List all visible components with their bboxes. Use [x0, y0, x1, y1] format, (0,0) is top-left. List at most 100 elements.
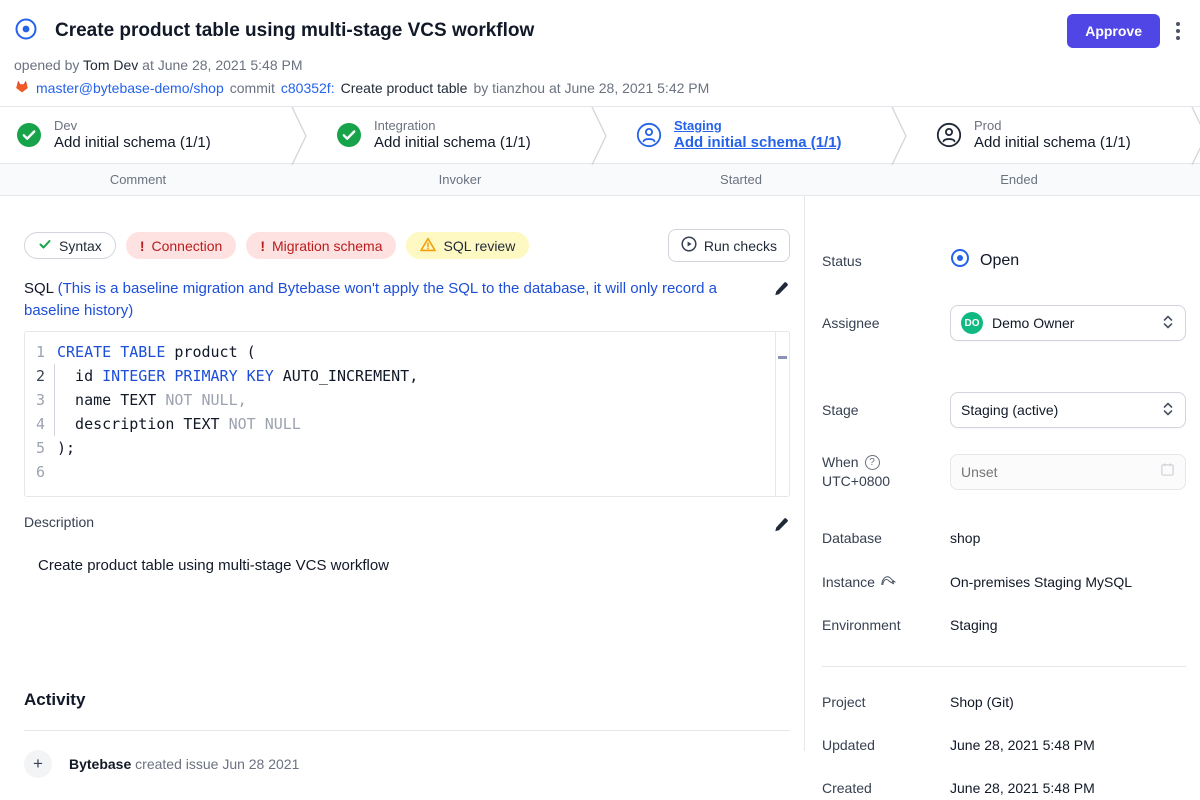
code-line[interactable]: 3 name TEXT NOT NULL, [25, 388, 773, 412]
commit-hash-link[interactable]: c80352f: [281, 80, 335, 96]
code-segment: description TEXT [57, 415, 229, 433]
instance-value: On-premises Staging MySQL [950, 574, 1186, 590]
code-segment: NOT NULL [229, 415, 301, 433]
stage-done-icon [16, 122, 42, 148]
approve-button[interactable]: Approve [1067, 14, 1160, 48]
when-input[interactable] [961, 464, 1160, 480]
table-column-ended: Ended [838, 172, 1200, 187]
when-datetime-field[interactable] [950, 454, 1186, 490]
line-number: 4 [25, 412, 51, 436]
badge-label: Migration schema [272, 238, 383, 254]
check-badge-migration-schema[interactable]: ! Migration schema [246, 232, 396, 259]
stage-label: Stage [822, 402, 950, 418]
badge-label: SQL review [443, 238, 515, 254]
issue-page: Create product table using multi-stage V… [0, 0, 1200, 800]
code-segment: product ( [165, 343, 255, 361]
pipeline-stage-prod[interactable]: ProdAdd initial schema (1/1) [900, 107, 1200, 163]
line-number: 2 [25, 364, 51, 388]
stage-task-link[interactable]: Add initial schema (1/1) [374, 134, 531, 153]
check-badge-syntax[interactable]: Syntax [24, 232, 116, 259]
issue-header: Create product table using multi-stage V… [0, 0, 1200, 97]
badge-label: Syntax [59, 238, 102, 254]
main-panel: Syntax !Connection! Migration schema SQL re… [0, 196, 805, 751]
error-icon: ! [260, 238, 265, 254]
assignee-avatar: DO [961, 312, 983, 334]
status-open-icon [950, 248, 970, 273]
commit-line: master@bytebase-demo/shop commit c80352f… [14, 78, 1184, 97]
activity-divider [24, 730, 790, 731]
issue-open-icon [14, 17, 38, 46]
check-icon [38, 237, 52, 254]
code-segment: NOT NULL, [165, 391, 246, 409]
run-checks-label: Run checks [704, 238, 777, 254]
mysql-icon [880, 573, 896, 590]
check-badge-connection[interactable]: !Connection [126, 232, 237, 259]
editor-scrollbar[interactable] [775, 332, 789, 496]
opened-by-name: Tom Dev [83, 57, 138, 73]
table-column-comment: Comment [0, 172, 276, 187]
instance-label: Instance [822, 574, 875, 590]
stage-name: Staging [674, 118, 842, 134]
code-line[interactable]: 5); [25, 436, 773, 460]
sql-section-header: SQL (This is a baseline migration and By… [24, 278, 790, 322]
task-table-header: CommentInvokerStartedEnded [0, 164, 1200, 196]
gitlab-icon [14, 78, 30, 97]
description-text: Create product table using multi-stage V… [24, 557, 790, 574]
help-icon[interactable]: ? [865, 455, 880, 470]
assignee-label: Assignee [822, 315, 950, 331]
sql-editor[interactable]: 1CREATE TABLE product (2 id INTEGER PRIM… [24, 331, 790, 497]
stage-task-link[interactable]: Add initial schema (1/1) [974, 134, 1131, 153]
calendar-icon [1160, 462, 1175, 482]
pipeline-stage-integration[interactable]: IntegrationAdd initial schema (1/1) [300, 107, 600, 163]
stage-value: Staging (active) [961, 402, 1058, 418]
run-checks-button[interactable]: Run checks [668, 229, 790, 262]
activity-item: +Bytebase created issue Jun 28 2021 [24, 750, 790, 778]
when-timezone: UTC+0800 [822, 473, 890, 489]
updated-label: Updated [822, 737, 950, 753]
error-icon: ! [140, 238, 145, 254]
stage-task-link[interactable]: Add initial schema (1/1) [54, 134, 211, 153]
stage-person-icon [936, 122, 962, 148]
sql-label: SQL [24, 280, 58, 297]
description-label: Description [24, 514, 772, 534]
check-badge-sql-review[interactable]: SQL review [406, 232, 529, 259]
code-line[interactable]: 2 id INTEGER PRIMARY KEY AUTO_INCREMENT, [25, 364, 773, 388]
warning-icon [420, 237, 436, 255]
code-segment: id [57, 367, 102, 385]
stage-person-icon [636, 122, 662, 148]
line-number: 3 [25, 388, 51, 412]
activity-text: Bytebase created issue Jun 28 2021 [69, 756, 299, 772]
indent-guide [54, 364, 55, 436]
line-number: 5 [25, 436, 51, 460]
code-line[interactable]: 1CREATE TABLE product ( [25, 340, 773, 364]
chevron-updown-icon [1161, 313, 1175, 334]
database-value: shop [950, 530, 1186, 546]
stage-select[interactable]: Staging (active) [950, 392, 1186, 428]
code-segment: ); [57, 439, 75, 457]
page-title: Create product table using multi-stage V… [55, 20, 1067, 42]
assignee-select[interactable]: DO Demo Owner [950, 305, 1186, 341]
project-value: Shop (Git) [950, 694, 1186, 710]
branch-repo-link[interactable]: master@bytebase-demo/shop [36, 80, 224, 96]
stage-task-link[interactable]: Add initial schema (1/1) [674, 134, 842, 153]
edit-sql-icon[interactable] [772, 280, 790, 298]
environment-label: Environment [822, 617, 950, 633]
line-number: 1 [25, 340, 51, 364]
edit-description-icon[interactable] [772, 516, 790, 534]
activity-title: Activity [24, 690, 790, 710]
pipeline-stage-staging[interactable]: StagingAdd initial schema (1/1) [600, 107, 900, 163]
more-menu-icon[interactable] [1176, 22, 1180, 40]
code-line[interactable]: 6 [25, 460, 773, 484]
chevron-updown-icon [1161, 400, 1175, 421]
environment-value: Staging [950, 617, 1186, 633]
stage-name: Dev [54, 118, 211, 134]
assignee-value: Demo Owner [992, 315, 1074, 331]
activity-list: +Bytebase created issue Jun 28 2021 [24, 750, 790, 778]
stage-pipeline: DevAdd initial schema (1/1)IntegrationAd… [0, 106, 1200, 164]
pipeline-stage-dev[interactable]: DevAdd initial schema (1/1) [0, 107, 300, 163]
code-line[interactable]: 4 description TEXT NOT NULL [25, 412, 773, 436]
commit-word: commit [230, 80, 275, 96]
issue-sidebar: Status Open Assignee DO Demo Owner [805, 196, 1200, 751]
project-label: Project [822, 694, 950, 710]
stage-done-icon [336, 122, 362, 148]
